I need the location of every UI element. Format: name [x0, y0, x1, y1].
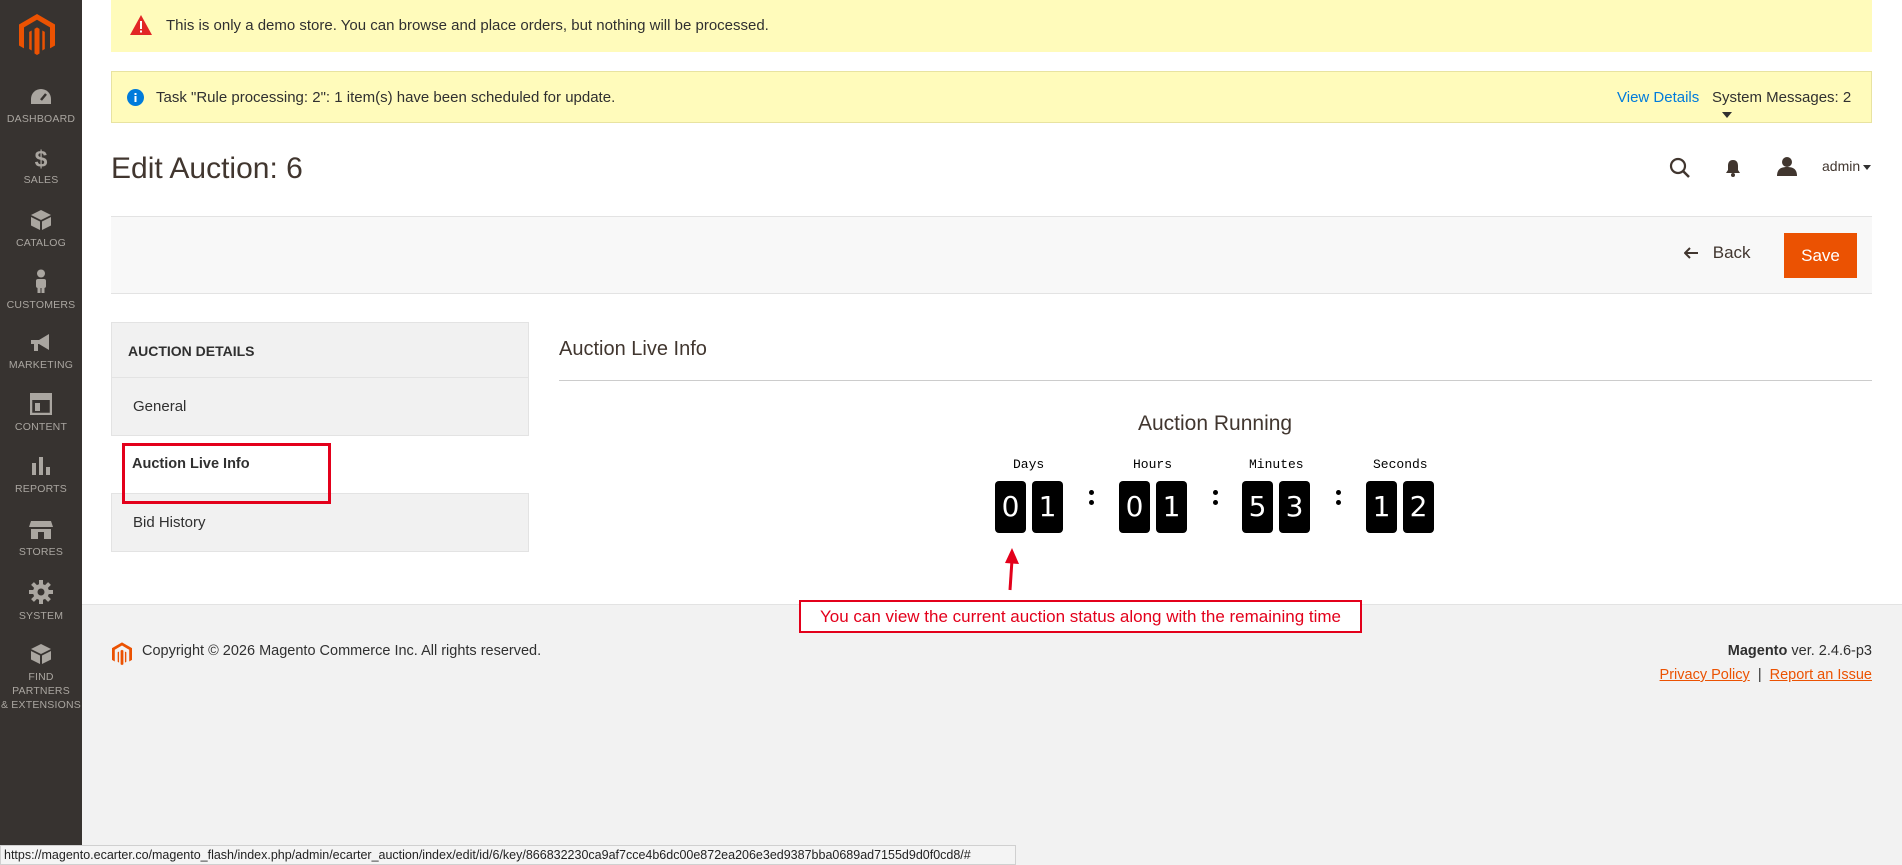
sidebar-item-find-partners[interactable]: FIND PARTNERS & EXTENSIONS	[0, 643, 82, 712]
countdown-digit: 0	[1119, 481, 1150, 533]
section-title: Auction Live Info	[559, 338, 707, 360]
magento-logo-icon[interactable]	[19, 14, 55, 56]
info-icon	[127, 89, 144, 106]
version-info: Magento ver. 2.4.6-p3	[1728, 643, 1872, 659]
annotation-arrow-icon	[1005, 548, 1019, 591]
sidebar-item-dashboard[interactable]: DASHBOARD	[0, 87, 82, 126]
demo-notice: This is only a demo store. You can brows…	[111, 0, 1872, 52]
tabs-title: AUCTION DETAILS	[111, 322, 529, 378]
version-number: ver. 2.4.6-p3	[1787, 643, 1872, 659]
page-footer: Copyright © 2026 Magento Commerce Inc. A…	[82, 604, 1902, 865]
sidebar-item-label: REPORTS	[15, 483, 67, 495]
countdown-separator	[1213, 490, 1218, 510]
chevron-down-icon	[1722, 112, 1732, 119]
countdown-digit: 2	[1403, 481, 1434, 533]
countdown-digit: 0	[995, 481, 1026, 533]
sidebar-item-label: DASHBOARD	[6, 113, 76, 125]
countdown-digit: 5	[1242, 481, 1273, 533]
sidebar-item-label: FIND PARTNERS	[12, 671, 70, 697]
system-messages-toggle[interactable]: System Messages: 2	[1712, 89, 1871, 123]
seconds-label: Seconds	[1373, 457, 1428, 472]
warning-icon	[130, 15, 152, 35]
sidebar-item-content[interactable]: CONTENT	[0, 393, 82, 434]
view-details-link[interactable]: View Details	[1617, 89, 1699, 106]
auction-tabs: AUCTION DETAILS General Auction Live Inf…	[111, 322, 529, 552]
browser-status-url: https://magento.ecarter.co/magento_flash…	[0, 845, 1016, 865]
auction-status: Auction Running	[1138, 412, 1293, 435]
countdown-digit: 3	[1279, 481, 1310, 533]
layout-icon	[30, 393, 52, 415]
countdown-digit: 1	[1156, 481, 1187, 533]
countdown-digit: 1	[1032, 481, 1063, 533]
tab-general[interactable]: General	[111, 378, 529, 436]
admin-username: admin	[1822, 158, 1861, 174]
hours-label: Hours	[1133, 457, 1173, 472]
sidebar-item-label: CUSTOMERS	[6, 299, 76, 311]
sidebar-item-label: MARKETING	[8, 359, 74, 371]
store-icon	[29, 521, 53, 539]
countdown-separator	[1336, 490, 1341, 510]
tab-auction-live-info[interactable]: Auction Live Info	[111, 436, 529, 494]
chevron-down-icon	[1863, 165, 1871, 170]
sidebar-item-stores[interactable]: STORES	[0, 520, 82, 559]
countdown-separator	[1089, 490, 1094, 510]
minutes-label: Minutes	[1249, 457, 1304, 472]
header-actions: admin	[1660, 150, 1872, 184]
sidebar-item-label: CATALOG	[15, 237, 67, 249]
page-title: Edit Auction: 6	[111, 152, 303, 185]
arrow-left-icon	[1683, 247, 1698, 259]
countdown-digit: 1	[1366, 481, 1397, 533]
user-icon	[1777, 157, 1797, 176]
megaphone-icon	[31, 334, 49, 351]
report-issue-link[interactable]: Report an Issue	[1770, 667, 1872, 683]
admin-sidebar: DASHBOARD $ SALES CATALOG CUSTOMERS MARK…	[0, 0, 82, 865]
sidebar-item-label: CONTENT	[14, 421, 68, 433]
brand-name: Magento	[1727, 643, 1788, 659]
tab-bid-history[interactable]: Bid History	[111, 494, 529, 552]
section-divider	[559, 380, 1872, 381]
days-label: Days	[1013, 457, 1045, 472]
extensions-icon	[31, 644, 51, 664]
magento-logo-icon	[112, 642, 132, 666]
sidebar-item-system[interactable]: SYSTEM	[0, 580, 82, 623]
back-button-label: Back	[1712, 243, 1751, 262]
save-button[interactable]: Save	[1784, 233, 1857, 278]
bell-icon[interactable]	[1725, 159, 1741, 177]
annotation-callout: You can view the current auction status …	[799, 600, 1362, 633]
sidebar-item-label: & EXTENSIONS	[0, 699, 81, 711]
sidebar-item-catalog[interactable]: CATALOG	[0, 209, 82, 250]
footer-separator: |	[1757, 667, 1762, 683]
bar-chart-icon	[32, 457, 50, 475]
demo-notice-text: This is only a demo store. You can brows…	[166, 17, 769, 34]
dashboard-icon	[31, 89, 51, 104]
system-message-bar: Task "Rule processing: 2": 1 item(s) hav…	[111, 71, 1872, 123]
footer-links: Privacy Policy | Report an Issue	[1660, 667, 1872, 683]
person-icon	[36, 269, 46, 293]
sidebar-item-customers[interactable]: CUSTOMERS	[0, 269, 82, 312]
search-icon[interactable]	[1669, 157, 1691, 179]
sidebar-item-marketing[interactable]: MARKETING	[0, 333, 82, 372]
box-icon	[31, 210, 51, 230]
privacy-policy-link[interactable]: Privacy Policy	[1660, 667, 1750, 683]
copyright-text: Copyright © 2026 Magento Commerce Inc. A…	[142, 643, 542, 659]
system-message-text: Task "Rule processing: 2": 1 item(s) hav…	[156, 89, 616, 106]
dollar-icon: $	[34, 146, 48, 172]
gear-icon	[29, 580, 53, 604]
sidebar-item-reports[interactable]: REPORTS	[0, 455, 82, 496]
page-actions-bar: Back Save	[111, 216, 1872, 294]
sidebar-item-label: SALES	[23, 174, 59, 186]
back-button[interactable]: Back	[1683, 243, 1751, 263]
sidebar-item-label: STORES	[18, 546, 64, 558]
sidebar-item-label: SYSTEM	[18, 610, 64, 622]
sidebar-item-sales[interactable]: $ SALES	[0, 148, 82, 187]
system-messages-count: System Messages: 2	[1712, 89, 1852, 106]
